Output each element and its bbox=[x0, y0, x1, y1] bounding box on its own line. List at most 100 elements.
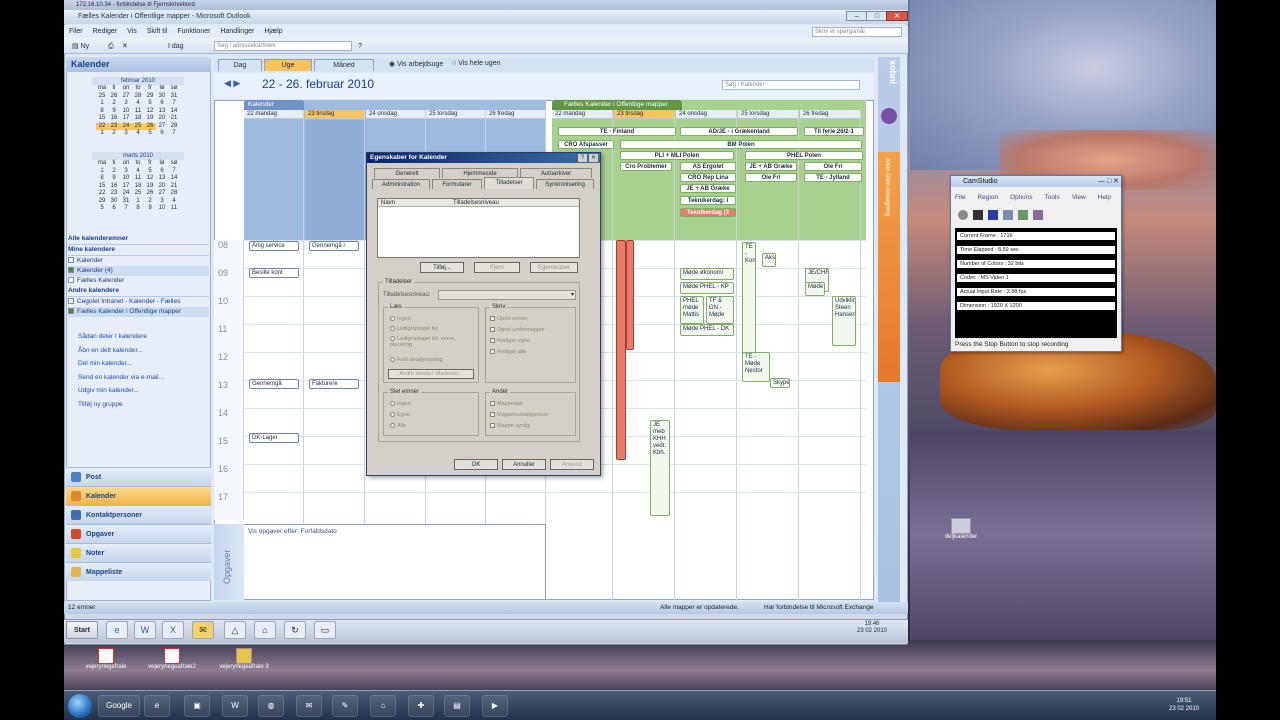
word-icon[interactable]: W bbox=[222, 695, 248, 717]
mini-day[interactable]: 26 bbox=[144, 122, 156, 130]
mini-day[interactable]: 15 bbox=[96, 183, 108, 191]
mini-day[interactable]: 21 bbox=[168, 183, 180, 191]
other-details-button[interactable]: Andre detaljer tilladelser... bbox=[388, 369, 474, 379]
read-none-option[interactable]: Ingen bbox=[390, 316, 411, 322]
cam-menu-region[interactable]: Region bbox=[973, 194, 998, 201]
all-calendar-items[interactable]: Alle kalenderemner bbox=[68, 234, 209, 245]
new-button[interactable]: ▤ Ny bbox=[68, 40, 93, 52]
all-day-event[interactable]: PHEL Polen bbox=[745, 151, 863, 160]
mini-day[interactable]: 6 bbox=[156, 100, 168, 108]
puzzle-icon[interactable]: ✚ bbox=[408, 695, 434, 717]
read-full-option[interactable]: Fuld detaljevisning bbox=[390, 357, 443, 363]
start-button[interactable]: Start bbox=[66, 621, 98, 639]
nav-notes-button[interactable]: Noter bbox=[66, 543, 211, 562]
cancel-button[interactable]: Annuller bbox=[502, 459, 546, 470]
day-header[interactable]: 22 mandag bbox=[244, 110, 303, 119]
all-day-event[interactable]: CRO Afspasser bbox=[558, 140, 614, 149]
cal-item[interactable]: Kalender (4) bbox=[68, 266, 209, 276]
google-taskbar-button[interactable]: Google bbox=[98, 695, 140, 717]
mini-day[interactable]: 9 bbox=[108, 108, 120, 116]
link-open-shared[interactable]: Åbn en delt kalender... bbox=[78, 344, 208, 358]
all-day-event[interactable]: TE - Finland bbox=[558, 127, 676, 136]
appointment[interactable]: Møde PHEL - DK bbox=[680, 324, 734, 336]
appointment[interactable]: TE - Møde Nestor bbox=[742, 352, 770, 382]
mini-day[interactable]: 7 bbox=[120, 205, 132, 213]
mini-day[interactable]: 15 bbox=[96, 115, 108, 123]
today-button[interactable]: I dag bbox=[164, 40, 188, 52]
apply-button[interactable]: Anvend bbox=[550, 459, 594, 470]
mini-day[interactable]: 26 bbox=[108, 93, 120, 101]
globe-icon[interactable]: ◍ bbox=[258, 695, 284, 717]
mini-day[interactable]: 6 bbox=[156, 168, 168, 176]
appointment[interactable]: Møde PHEL - KP bbox=[680, 282, 734, 294]
mini-day[interactable]: 1 bbox=[96, 130, 108, 138]
appointment[interactable]: DK-Lager bbox=[249, 433, 299, 443]
all-day-event[interactable]: PLI + MLI Polen bbox=[620, 151, 734, 160]
properties-button[interactable]: Egenskaber bbox=[530, 262, 578, 273]
menu-actions[interactable]: Handlinger bbox=[215, 25, 259, 38]
appointment[interactable]: Besille kont bbox=[249, 268, 299, 278]
menu-goto[interactable]: Skift til bbox=[142, 25, 173, 38]
appointment[interactable]: Møde bbox=[805, 282, 825, 296]
mini-day[interactable]: 6 bbox=[156, 130, 168, 138]
all-day-event[interactable]: JE + AB Græke bbox=[680, 184, 736, 193]
delete-none-option[interactable]: Ingen bbox=[390, 401, 411, 407]
mini-day[interactable]: 30 bbox=[108, 198, 120, 206]
record-icon[interactable] bbox=[958, 210, 968, 220]
ie-icon[interactable]: e bbox=[144, 695, 170, 717]
mini-day[interactable]: 5 bbox=[144, 100, 156, 108]
busy-block[interactable] bbox=[616, 240, 626, 460]
mini-day[interactable]: 23 bbox=[108, 122, 120, 130]
mini-day[interactable]: 16 bbox=[108, 183, 120, 191]
mini-day[interactable]: 12 bbox=[144, 108, 156, 116]
remote-desktop-icon[interactable]: ▤ bbox=[444, 695, 470, 717]
folder-icon[interactable]: ▭ bbox=[314, 621, 336, 639]
mini-day[interactable]: 28 bbox=[132, 93, 144, 101]
mini-day[interactable]: 4 bbox=[132, 168, 144, 176]
checkbox[interactable] bbox=[68, 267, 74, 273]
mini-day[interactable]: 11 bbox=[132, 175, 144, 183]
mini-day[interactable]: 25 bbox=[132, 122, 144, 130]
cam-menu-tools[interactable]: Tools bbox=[1041, 194, 1060, 201]
day-header[interactable]: 24 onsdag bbox=[676, 110, 736, 119]
desktop-icon-deljkalender[interactable]: deljkalender bbox=[944, 518, 978, 552]
desktop-icon-2[interactable]: vejeryrlegeafrale2 bbox=[142, 648, 202, 682]
annotate-icon[interactable] bbox=[1033, 210, 1043, 220]
camstudio-icon[interactable]: ▶ bbox=[482, 695, 508, 717]
mini-day[interactable]: 10 bbox=[156, 205, 168, 213]
appointment[interactable]: Møde økonomi bbox=[680, 268, 734, 280]
all-day-event[interactable]: AD/JE - i Grækenland bbox=[680, 127, 798, 136]
cam-menu-file[interactable]: File bbox=[951, 194, 965, 201]
region-icon[interactable] bbox=[1003, 210, 1013, 220]
mini-day[interactable]: 24 bbox=[120, 190, 132, 198]
mini-day[interactable]: 4 bbox=[132, 100, 144, 108]
tab-sync[interactable]: Synkronisering bbox=[536, 179, 594, 189]
mini-day[interactable]: 7 bbox=[168, 130, 180, 138]
tab-day[interactable]: Dag bbox=[218, 59, 262, 71]
link-publish[interactable]: Udgiv min kalender... bbox=[78, 384, 208, 398]
save-icon[interactable]: ▣ bbox=[184, 695, 210, 717]
mini-day[interactable]: 13 bbox=[156, 108, 168, 116]
mini-day[interactable]: 1 bbox=[96, 100, 108, 108]
appointment[interactable]: Skype bbox=[770, 378, 790, 388]
link-share-my[interactable]: Del min kalender... bbox=[78, 357, 208, 371]
mini-day[interactable]: 28 bbox=[168, 190, 180, 198]
outlook-icon[interactable]: ✉ bbox=[296, 695, 322, 717]
dialog-close-button[interactable]: ✕ bbox=[589, 154, 598, 162]
tool-icon[interactable]: ✎ bbox=[332, 695, 358, 717]
checkbox[interactable] bbox=[68, 308, 74, 314]
all-day-event[interactable]: AS Ergolet bbox=[680, 162, 736, 171]
triangle-icon[interactable]: △ bbox=[224, 621, 246, 639]
appointment[interactable]: Fakturere bbox=[309, 379, 359, 389]
appointment[interactable]: Gennemgå bbox=[249, 379, 299, 389]
mini-day[interactable]: 12 bbox=[144, 175, 156, 183]
mini-day[interactable]: 8 bbox=[96, 108, 108, 116]
all-day-event[interactable]: CRO Rep Lina bbox=[680, 173, 736, 182]
appointment[interactable]: Aksl bbox=[762, 253, 776, 267]
all-day-event[interactable]: Ole Fri bbox=[804, 162, 862, 171]
day-header[interactable]: 22 mandag bbox=[552, 110, 612, 119]
mini-day[interactable]: 26 bbox=[144, 190, 156, 198]
right-calendar-tab[interactable]: Fælles Kalender i Offentlige mapper bbox=[552, 100, 682, 110]
mini-day[interactable]: 5 bbox=[96, 205, 108, 213]
tab-month[interactable]: Måned bbox=[314, 59, 374, 71]
